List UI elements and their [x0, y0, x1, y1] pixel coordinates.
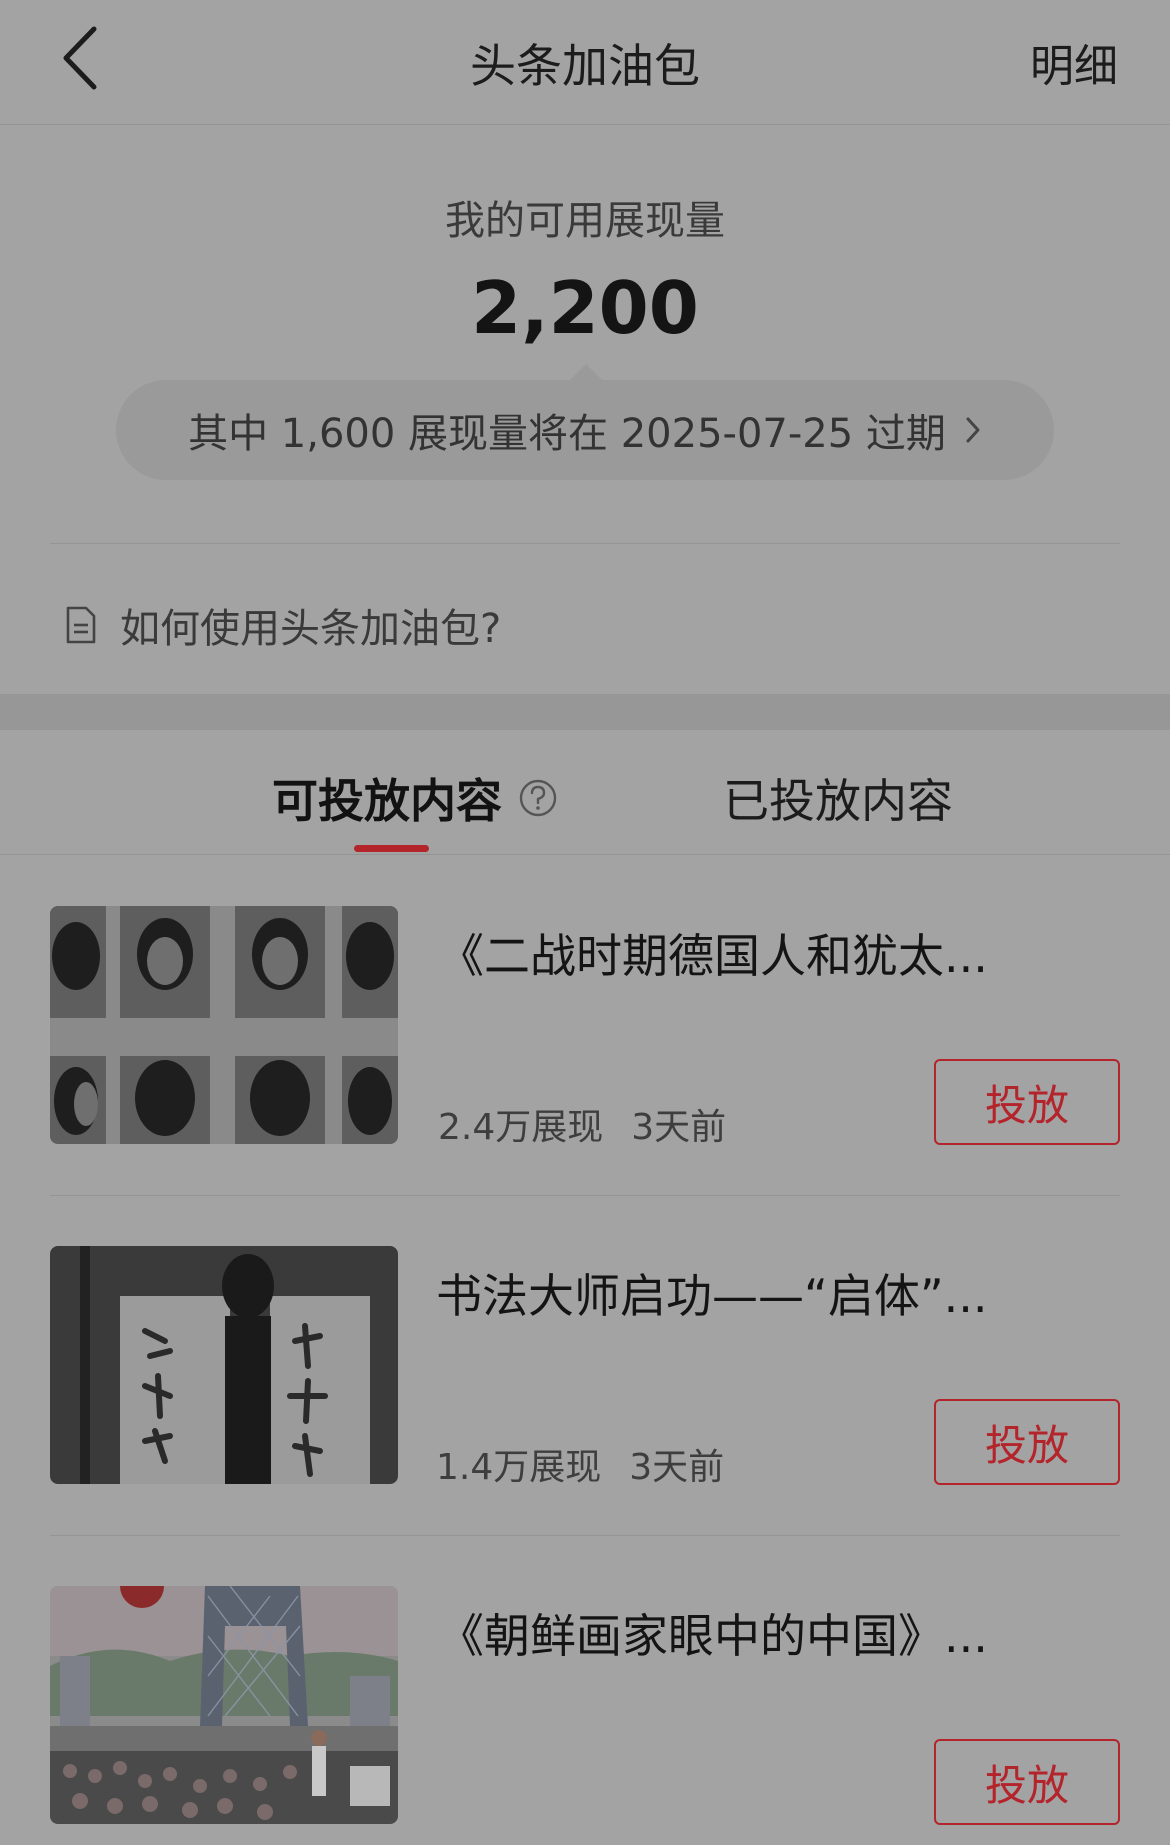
question-circle-icon[interactable] [518, 778, 558, 818]
launch-button[interactable]: 投放 [934, 1059, 1120, 1145]
launch-button[interactable]: 投放 [934, 1399, 1120, 1485]
thumbnail-image[interactable] [50, 1586, 398, 1824]
view-count: 2.4万展现 [438, 1107, 604, 1148]
document-icon [64, 605, 98, 645]
howto-link[interactable]: 如何使用头条加油包? [64, 596, 501, 654]
divider [50, 543, 1120, 544]
content-tabs: 可投放内容 已投放内容 [0, 730, 1170, 855]
chevron-left-icon [63, 26, 97, 90]
section-separator [0, 694, 1170, 730]
page-title: 头条加油包 [470, 39, 700, 93]
top-nav-bar: 头条加油包 明细 [0, 0, 1170, 125]
tab-launched-content[interactable]: 已投放内容 [723, 765, 953, 831]
publish-time: 3天前 [629, 1447, 725, 1488]
thumbnail-image[interactable] [50, 1246, 398, 1484]
list-item: 《二战时期德国人和犹太... 2.4万展现 3天前 投放 [0, 856, 1170, 1196]
impression-summary: 我的可用展现量 2,200 其中 1,600 展现量将在 2025-07-25 … [0, 126, 1170, 694]
howto-label: 如何使用头条加油包? [120, 606, 502, 652]
available-impressions-label: 我的可用展现量 [445, 198, 725, 244]
available-impressions-value: 2,200 [471, 266, 699, 350]
tab-available-content[interactable]: 可投放内容 [272, 765, 558, 831]
tab-label: 可投放内容 [272, 774, 502, 828]
chevron-right-icon [964, 415, 982, 445]
view-count: 1.4万展现 [436, 1447, 602, 1488]
content-title[interactable]: 《朝鲜画家眼中的中国》... [438, 1600, 1058, 1666]
back-button[interactable] [40, 18, 120, 98]
publish-time: 3天前 [631, 1107, 727, 1148]
content-meta: 2.4万展现 3天前 [438, 1098, 726, 1150]
tab-label: 已投放内容 [723, 774, 953, 828]
content-title[interactable]: 《二战时期德国人和犹太... [438, 920, 1058, 986]
content-meta: 1.4万展现 3天前 [436, 1438, 724, 1490]
expire-notice-pill[interactable]: 其中 1,600 展现量将在 2025-07-25 过期 [116, 380, 1054, 480]
active-tab-indicator [354, 845, 429, 852]
content-meta [438, 1778, 466, 1819]
content-title[interactable]: 书法大师启功——“启体”... [436, 1260, 1056, 1326]
list-item: 书法大师启功——“启体”... 1.4万展现 3天前 投放 [0, 1196, 1170, 1536]
thumbnail-image[interactable] [50, 906, 398, 1144]
detail-link[interactable]: 明细 [1030, 30, 1118, 94]
expire-notice-text: 其中 1,600 展现量将在 2025-07-25 过期 [188, 411, 946, 457]
launch-button[interactable]: 投放 [934, 1739, 1120, 1825]
list-item: 《朝鲜画家眼中的中国》... 投放 [0, 1536, 1170, 1845]
